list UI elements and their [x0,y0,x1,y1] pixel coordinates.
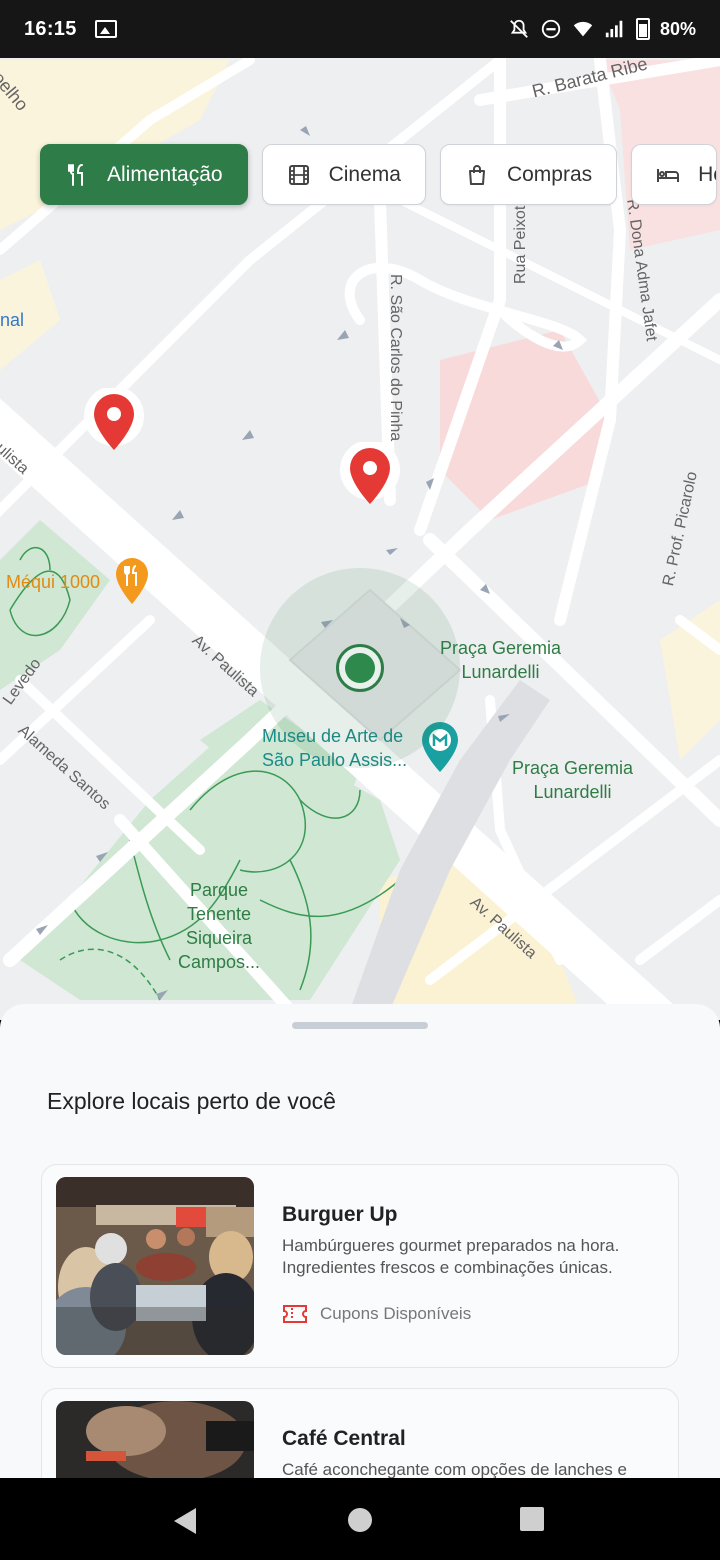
utensils-icon [68,163,83,186]
map-label-street: Rua Peixoto [512,196,529,284]
category-chips: Alimentação Cinema Compras Ho [40,144,718,205]
system-navigation-bar [0,1478,720,1560]
bed-icon [657,168,680,182]
notifications-off-icon [510,19,528,38]
place-card[interactable]: Burguer Up Hambúrgueres gourmet preparad… [41,1164,679,1368]
film-icon [288,164,309,185]
back-icon[interactable] [170,1506,200,1536]
place-card[interactable]: Café Central Café aconchegante com opçõe… [41,1388,679,1478]
place-description: Café aconchegante com opções de lanches … [282,1460,627,1478]
coupon-indicator[interactable]: Cupons Disponíveis [282,1303,471,1325]
chip-alimentacao[interactable]: Alimentação [40,144,248,205]
chip-label: Ho [698,162,716,186]
chip-label: Cinema [328,162,401,186]
status-time: 16:15 [24,17,77,40]
current-location-marker [336,644,384,692]
status-icons: 80% [508,18,696,40]
map-label-street: nal [0,310,25,330]
place-photo [56,1401,254,1478]
place-description: Hambúrgueres gourmet preparados na hora.… [282,1236,620,1277]
chip-cinema[interactable]: Cinema [261,144,426,205]
chip-label: Alimentação [107,162,223,186]
restaurant-poi-icon[interactable] [116,558,148,604]
poi-label-parque[interactable]: Parque Tenente Siqueira Campos... [178,878,260,974]
shopping-bag-icon [468,164,485,185]
ticket-icon [283,1305,307,1323]
chip-hotel[interactable]: Ho [631,144,718,205]
home-icon[interactable] [346,1506,374,1534]
place-name: Café Central [282,1427,406,1450]
do-not-disturb-icon [541,19,561,39]
poi-label-mequi[interactable]: Méqui 1000 [6,572,100,593]
signal-icon [605,20,623,38]
place-name: Burguer Up [282,1203,398,1226]
place-pin-icon[interactable] [338,442,402,512]
chip-label: Compras [506,162,593,186]
places-bottom-sheet[interactable]: Explore locais perto de você Burguer Up … [0,1004,720,1478]
image-notification-icon [94,20,117,38]
map-label-street: R. São Carlos do Pinha [387,274,404,442]
coupon-label: Cupons Disponíveis [320,1304,472,1323]
status-bar: 16:15 80% [0,0,720,58]
place-photo [56,1177,254,1355]
sheet-drag-handle[interactable] [292,1022,428,1029]
place-pin-icon[interactable] [82,388,146,458]
wifi-icon [573,21,593,37]
chip-compras[interactable]: Compras [439,144,618,205]
battery-icon [635,18,650,40]
battery-level: 80% [659,18,696,39]
recents-icon[interactable] [519,1506,545,1532]
poi-label-praca[interactable]: Praça Geremia Lunardelli [512,756,633,804]
sheet-title: Explore locais perto de você [47,1088,336,1114]
